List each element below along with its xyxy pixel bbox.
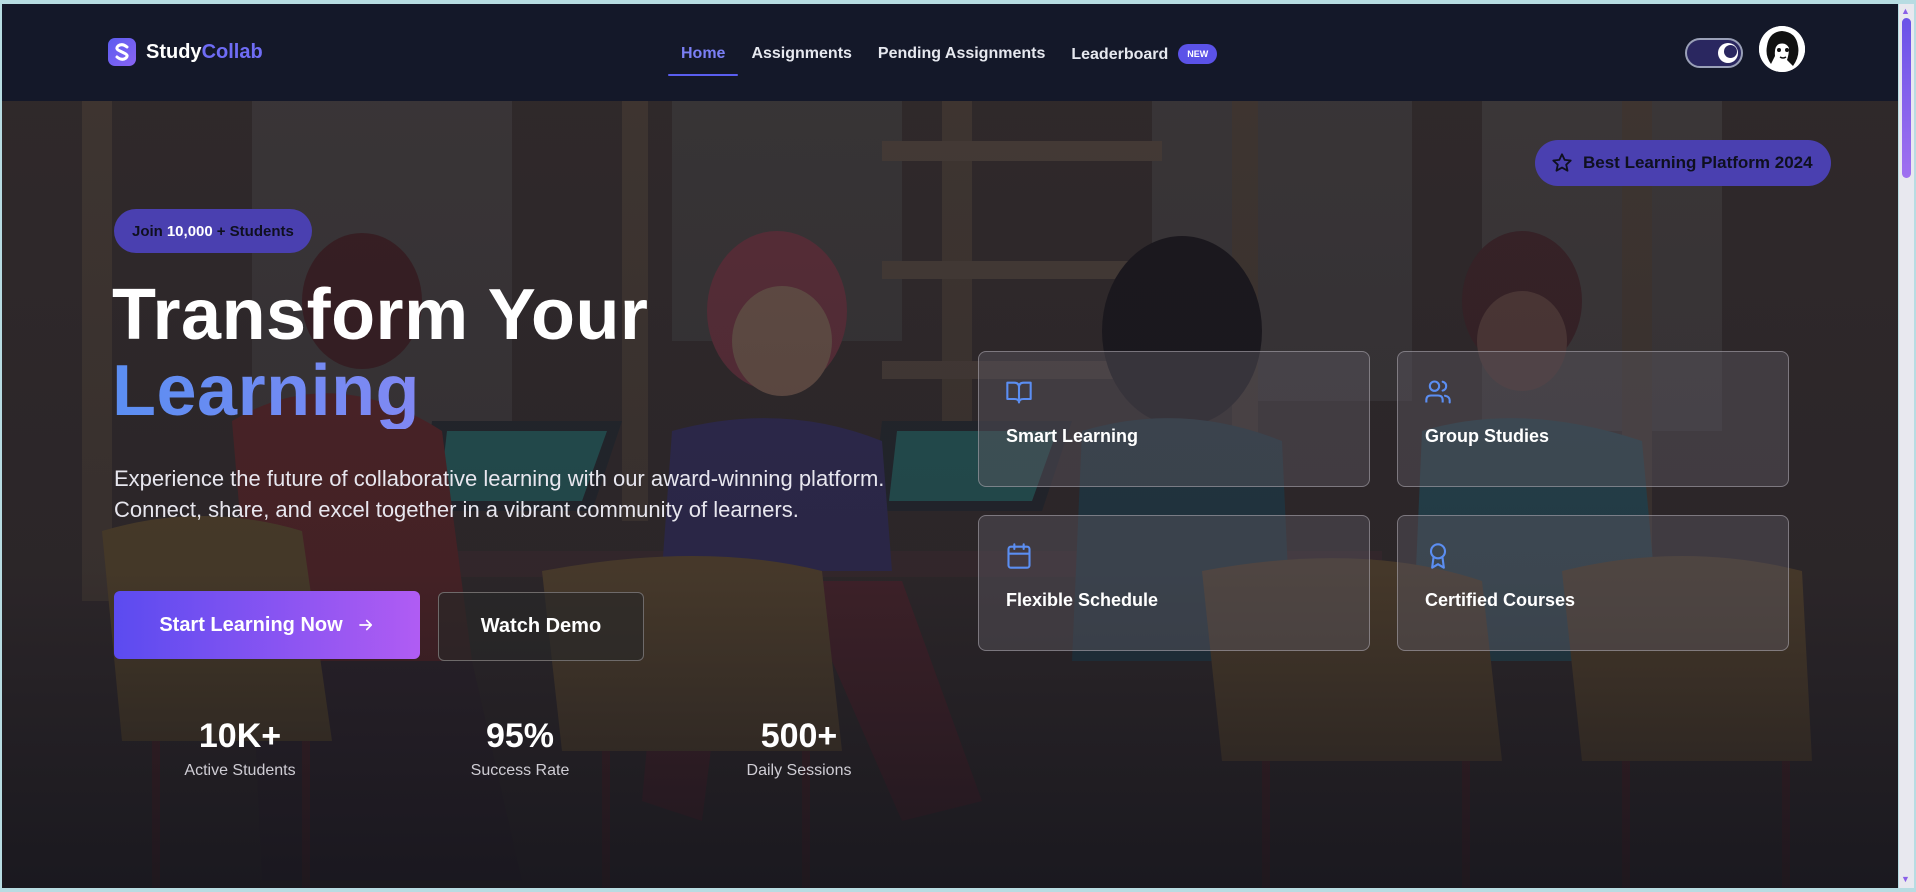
users-icon [1425,380,1451,404]
join-prefix: Join [132,222,163,240]
watch-demo-button[interactable]: Watch Demo [438,592,644,661]
scrollbar-thumb[interactable] [1902,18,1911,178]
nav-link-home[interactable]: Home [668,35,739,76]
stat-label: Active Students [184,762,296,779]
hero-section: Best Learning Platform 2024 Join 10,000 … [2,101,1898,888]
calendar-icon [1007,543,1031,569]
brand-name-primary: Study [146,40,202,63]
nav-link-assignments[interactable]: Assignments [738,35,864,73]
feature-card-title: Group Studies [1425,426,1550,446]
feature-card-title: Flexible Schedule [1006,590,1159,610]
watch-demo-label: Watch Demo [480,615,602,637]
hero-description: Experience the future of collaborative l… [114,466,885,522]
feature-card-title: Certified Courses [1425,590,1576,610]
hero-title-line1: Transform Your [112,275,649,355]
nav-links: Home Assignments Pending Assignments Lea… [668,34,1230,76]
start-learning-button[interactable]: Start Learning Now [114,591,420,659]
star-icon [1552,153,1572,172]
award-badge: Best Learning Platform 2024 [1535,140,1831,186]
theme-toggle[interactable] [1685,38,1743,68]
nav-link-leaderboard[interactable]: Leaderboard NEW [1058,34,1230,74]
new-badge: NEW [1178,44,1218,64]
nav-link-leaderboard-label: Leaderboard [1071,46,1169,63]
award-label: Best Learning Platform 2024 [1583,153,1813,172]
stat-label: Daily Sessions [746,762,852,779]
avatar-image [1759,26,1805,72]
app-window: StudyCollab Home Assignments Pending Ass… [2,4,1898,888]
vertical-scrollbar[interactable]: ▲ ▼ [1899,4,1914,888]
stat-success-rate: 95% Success Rate [440,717,600,780]
feature-card-group-studies[interactable]: Group Studies [1397,351,1789,487]
join-count: 10,000 [166,222,213,240]
stat-label: Success Rate [470,762,570,779]
avatar[interactable] [1759,26,1805,72]
moon-icon [1718,43,1738,63]
stat-value: 95% [485,717,555,755]
stat-active-students: 10K+ Active Students [160,717,320,780]
scroll-up-icon[interactable]: ▲ [1901,6,1910,16]
feature-card-certified-courses[interactable]: Certified Courses [1397,515,1789,651]
brand-logo[interactable]: StudyCollab [108,38,263,66]
book-icon [1006,381,1032,404]
join-suffix: + Students [216,222,294,240]
feature-card-smart-learning[interactable]: Smart Learning [978,351,1370,487]
brand-name-accent: Collab [201,40,263,63]
join-students-badge: Join 10,000 + Students [114,209,312,253]
arrow-right-icon [358,619,372,631]
feature-card-title: Smart Learning [1006,426,1139,446]
nav-link-pending-assignments[interactable]: Pending Assignments [865,35,1058,73]
brand-name: StudyCollab [146,41,263,64]
hero-title-line2: Learning [112,353,648,429]
hero-title: Transform Your Learning [112,277,648,429]
feature-card-flexible-schedule[interactable]: Flexible Schedule [978,515,1370,651]
scroll-down-icon[interactable]: ▼ [1901,874,1910,884]
stat-daily-sessions: 500+ Daily Sessions [719,717,879,780]
stat-value: 500+ [760,717,838,755]
start-learning-label: Start Learning Now [159,613,343,636]
logo-icon [108,38,136,66]
award-icon [1429,543,1447,569]
stat-value: 10K+ [198,717,282,755]
top-navbar: StudyCollab Home Assignments Pending Ass… [2,4,1898,101]
